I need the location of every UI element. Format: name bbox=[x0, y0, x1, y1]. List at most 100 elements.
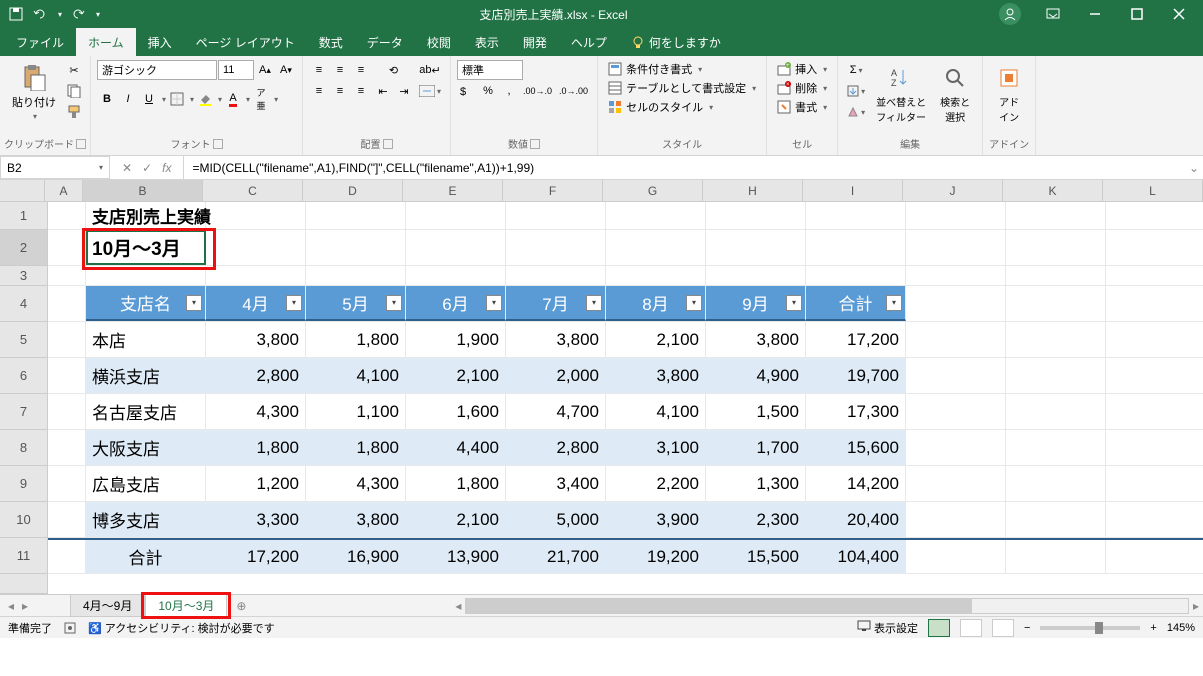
cell[interactable] bbox=[906, 202, 1006, 229]
cell[interactable]: 17,200 bbox=[206, 540, 306, 573]
cell[interactable] bbox=[906, 394, 1006, 429]
page-layout-view-button[interactable] bbox=[960, 619, 982, 637]
percent-button[interactable]: % bbox=[478, 81, 498, 101]
cell[interactable]: 19,200 bbox=[606, 540, 706, 573]
zoom-slider[interactable] bbox=[1040, 626, 1140, 630]
phonetic-button[interactable]: ア亜 bbox=[251, 84, 271, 114]
cell[interactable] bbox=[48, 430, 86, 465]
undo-icon[interactable] bbox=[32, 6, 48, 22]
fx-icon[interactable]: fx bbox=[162, 161, 171, 175]
cell[interactable] bbox=[1106, 430, 1203, 465]
underline-button[interactable]: U bbox=[139, 89, 159, 109]
cells-area[interactable]: 支店別売上実績10月～3月支店名▾4月▾5月▾6月▾7月▾8月▾9月▾合計▾本店… bbox=[48, 202, 1203, 594]
chevron-down-icon[interactable]: ▾ bbox=[190, 95, 194, 104]
row-header-9[interactable]: 9 bbox=[0, 466, 48, 502]
cell[interactable]: 2,000 bbox=[506, 358, 606, 393]
accessibility-status[interactable]: ♿ アクセシビリティ: 検討が必要です bbox=[88, 620, 275, 636]
tab-formulas[interactable]: 数式 bbox=[307, 28, 355, 56]
orientation-button[interactable]: ⟲ bbox=[373, 60, 414, 80]
cell[interactable]: 3,900 bbox=[606, 502, 706, 537]
clipboard-dialog-launcher[interactable] bbox=[76, 139, 86, 149]
decrease-font-button[interactable]: A▾ bbox=[276, 60, 296, 80]
display-settings[interactable]: 表示設定 bbox=[857, 620, 918, 636]
cell[interactable] bbox=[1106, 202, 1203, 229]
number-dialog-launcher[interactable] bbox=[530, 139, 540, 149]
accounting-format-button[interactable]: $ bbox=[457, 81, 477, 101]
col-header-C[interactable]: C bbox=[203, 180, 303, 201]
zoom-out-button[interactable]: − bbox=[1024, 622, 1030, 634]
row-header-4[interactable]: 4 bbox=[0, 286, 48, 322]
col-header-I[interactable]: I bbox=[803, 180, 903, 201]
cell[interactable] bbox=[906, 540, 1006, 573]
cell[interactable] bbox=[906, 430, 1006, 465]
cell[interactable]: 2,300 bbox=[706, 502, 806, 537]
sheet-nav-next-icon[interactable]: ▸ bbox=[22, 599, 28, 613]
save-icon[interactable] bbox=[8, 6, 24, 22]
col-header-J[interactable]: J bbox=[903, 180, 1003, 201]
col-header-F[interactable]: F bbox=[503, 180, 603, 201]
cell[interactable] bbox=[606, 266, 706, 285]
cell[interactable]: 博多支店 bbox=[86, 502, 206, 537]
cell[interactable]: 2,200 bbox=[606, 466, 706, 501]
tab-home[interactable]: ホーム bbox=[76, 28, 136, 56]
cell[interactable] bbox=[1006, 230, 1106, 265]
cell[interactable]: 8月▾ bbox=[606, 286, 706, 321]
cell[interactable] bbox=[48, 322, 86, 357]
cell[interactable] bbox=[48, 540, 86, 573]
name-box[interactable]: B2▾ bbox=[0, 156, 110, 179]
col-header-B[interactable]: B bbox=[83, 180, 203, 201]
format-cells-button[interactable]: 書式▾ bbox=[773, 98, 831, 116]
font-size-input[interactable] bbox=[218, 60, 254, 80]
cell[interactable]: 4,300 bbox=[206, 394, 306, 429]
cell[interactable] bbox=[48, 466, 86, 501]
cell[interactable]: 4,400 bbox=[406, 430, 506, 465]
cell[interactable]: 1,100 bbox=[306, 394, 406, 429]
cell[interactable] bbox=[1106, 286, 1203, 321]
align-top-button[interactable]: ≡ bbox=[309, 60, 329, 80]
cell[interactable] bbox=[1006, 430, 1106, 465]
align-bottom-button[interactable]: ≡ bbox=[351, 60, 371, 80]
col-header-A[interactable]: A bbox=[45, 180, 83, 201]
filter-button[interactable]: ▾ bbox=[286, 295, 302, 311]
cell[interactable] bbox=[706, 230, 806, 265]
find-select-button[interactable]: 検索と 選択 bbox=[934, 60, 976, 128]
cell[interactable]: 1,900 bbox=[406, 322, 506, 357]
cell[interactable] bbox=[906, 266, 1006, 285]
cell[interactable] bbox=[1006, 502, 1106, 537]
cell[interactable] bbox=[606, 230, 706, 265]
decrease-indent-button[interactable]: ⇤ bbox=[373, 81, 393, 101]
align-center-button[interactable]: ≡ bbox=[330, 81, 350, 101]
cell[interactable]: 横浜支店 bbox=[86, 358, 206, 393]
col-header-H[interactable]: H bbox=[703, 180, 803, 201]
tab-insert[interactable]: 挿入 bbox=[136, 28, 184, 56]
cell[interactable]: 1,600 bbox=[406, 394, 506, 429]
cell[interactable]: 9月▾ bbox=[706, 286, 806, 321]
cell[interactable]: 合計 bbox=[86, 540, 206, 573]
chevron-down-icon[interactable]: ▾ bbox=[274, 95, 278, 104]
filter-button[interactable]: ▾ bbox=[686, 295, 702, 311]
page-break-view-button[interactable] bbox=[992, 619, 1014, 637]
zoom-in-button[interactable]: + bbox=[1150, 622, 1156, 634]
chevron-down-icon[interactable]: ▾ bbox=[162, 95, 166, 104]
cell[interactable] bbox=[1106, 230, 1203, 265]
user-avatar[interactable] bbox=[999, 3, 1021, 25]
borders-button[interactable] bbox=[167, 89, 187, 109]
cell[interactable]: 支店名▾ bbox=[86, 286, 206, 321]
cell[interactable]: 21,700 bbox=[506, 540, 606, 573]
cell[interactable]: 1,700 bbox=[706, 430, 806, 465]
row-header-2[interactable]: 2 bbox=[0, 230, 48, 266]
cell[interactable]: 2,800 bbox=[506, 430, 606, 465]
cell[interactable]: 3,800 bbox=[506, 322, 606, 357]
sheet-nav-prev-icon[interactable]: ◂ bbox=[8, 599, 14, 613]
delete-cells-button[interactable]: ×削除▾ bbox=[773, 79, 831, 97]
cell[interactable]: 15,600 bbox=[806, 430, 906, 465]
addins-button[interactable]: アド イン bbox=[989, 60, 1029, 128]
insert-cells-button[interactable]: +挿入▾ bbox=[773, 60, 831, 78]
cell[interactable] bbox=[906, 230, 1006, 265]
cell[interactable]: 10月～3月 bbox=[86, 230, 206, 265]
copy-button[interactable] bbox=[64, 81, 84, 101]
cell[interactable]: 17,200 bbox=[806, 322, 906, 357]
cell[interactable] bbox=[506, 202, 606, 229]
cell[interactable] bbox=[48, 230, 86, 265]
fill-color-button[interactable] bbox=[195, 89, 215, 109]
